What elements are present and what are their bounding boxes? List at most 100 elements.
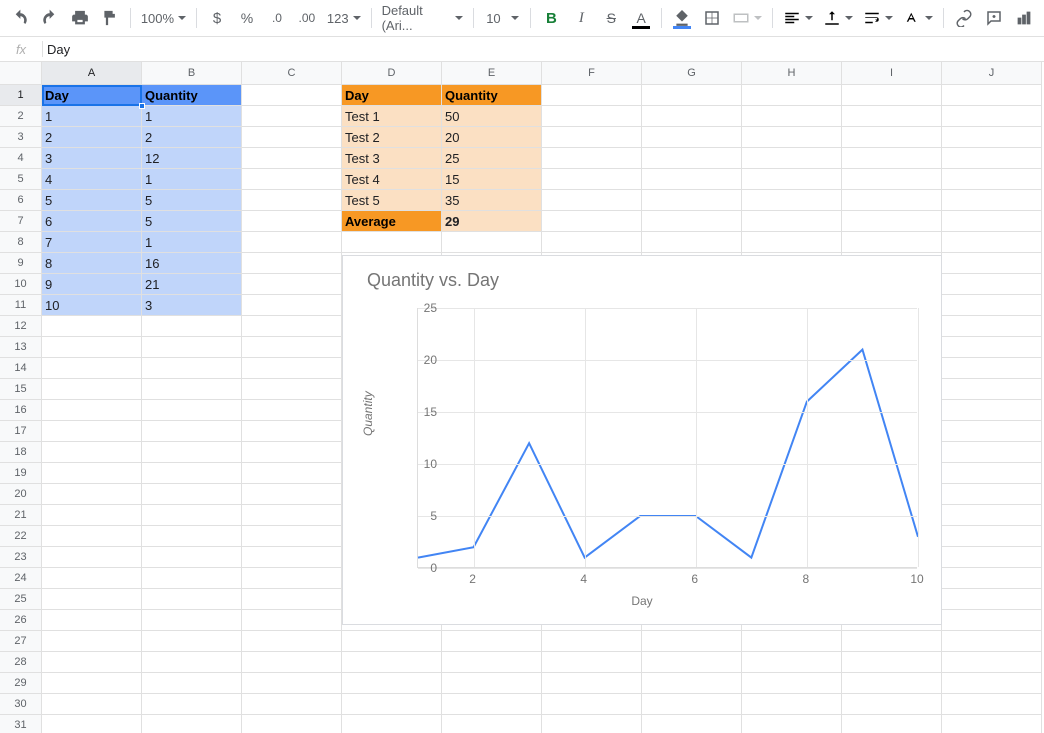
cell[interactable] [242, 400, 342, 421]
cell[interactable] [842, 127, 942, 148]
cell[interactable] [542, 106, 642, 127]
merge-cells-dropdown[interactable] [728, 4, 766, 32]
cell[interactable]: Test 1 [342, 106, 442, 127]
row-header[interactable]: 24 [0, 568, 42, 589]
select-all-corner[interactable] [0, 62, 42, 85]
cell[interactable] [642, 169, 742, 190]
cell[interactable] [42, 526, 142, 547]
cell[interactable] [242, 631, 342, 652]
cell[interactable] [242, 568, 342, 589]
cell[interactable] [242, 85, 342, 106]
cell[interactable] [942, 253, 1042, 274]
cell[interactable] [842, 106, 942, 127]
row-header[interactable]: 5 [0, 169, 42, 190]
cell[interactable]: 3 [42, 148, 142, 169]
row-header[interactable]: 7 [0, 211, 42, 232]
cell[interactable] [142, 463, 242, 484]
decrease-decimal-button[interactable]: .0 [263, 4, 291, 32]
cell[interactable] [742, 694, 842, 715]
cell[interactable] [842, 673, 942, 694]
cell[interactable]: 50 [442, 106, 542, 127]
cell[interactable] [742, 232, 842, 253]
cell[interactable] [942, 652, 1042, 673]
percent-button[interactable]: % [233, 4, 261, 32]
paint-format-button[interactable] [96, 4, 124, 32]
cell[interactable] [942, 85, 1042, 106]
cell[interactable] [642, 190, 742, 211]
cell[interactable] [142, 715, 242, 733]
cell[interactable] [342, 673, 442, 694]
cell[interactable] [642, 631, 742, 652]
cell[interactable] [842, 190, 942, 211]
row-header[interactable]: 23 [0, 547, 42, 568]
cell[interactable] [142, 505, 242, 526]
cell[interactable] [942, 505, 1042, 526]
cell[interactable] [342, 652, 442, 673]
cell[interactable] [542, 694, 642, 715]
cell[interactable] [242, 673, 342, 694]
cell[interactable]: 6 [42, 211, 142, 232]
cell[interactable] [542, 85, 642, 106]
cell[interactable] [142, 337, 242, 358]
cell[interactable] [242, 715, 342, 733]
row-header[interactable]: 3 [0, 127, 42, 148]
cell[interactable] [42, 337, 142, 358]
cell[interactable] [742, 673, 842, 694]
text-wrap-dropdown[interactable] [859, 4, 897, 32]
cell[interactable] [942, 211, 1042, 232]
cell[interactable] [542, 715, 642, 733]
cell[interactable] [142, 316, 242, 337]
cell[interactable] [42, 715, 142, 733]
cell[interactable] [542, 631, 642, 652]
cell[interactable]: Average [342, 211, 442, 232]
cell[interactable] [942, 274, 1042, 295]
row-header[interactable]: 8 [0, 232, 42, 253]
cell[interactable] [942, 295, 1042, 316]
cell[interactable] [42, 652, 142, 673]
row-header[interactable]: 14 [0, 358, 42, 379]
row-header[interactable]: 25 [0, 589, 42, 610]
fill-handle[interactable] [139, 103, 145, 109]
cell[interactable] [542, 232, 642, 253]
cell[interactable] [842, 652, 942, 673]
cell[interactable] [142, 673, 242, 694]
cell[interactable] [242, 589, 342, 610]
cell[interactable]: 1 [142, 232, 242, 253]
cell[interactable] [642, 211, 742, 232]
cell[interactable] [42, 379, 142, 400]
cell[interactable] [942, 148, 1042, 169]
cell[interactable] [242, 526, 342, 547]
cell[interactable] [242, 148, 342, 169]
cell[interactable] [642, 85, 742, 106]
row-header[interactable]: 4 [0, 148, 42, 169]
cell[interactable] [142, 547, 242, 568]
cell[interactable] [742, 190, 842, 211]
cell[interactable] [842, 85, 942, 106]
cell[interactable] [842, 211, 942, 232]
cell[interactable] [642, 652, 742, 673]
column-header[interactable]: D [342, 62, 442, 85]
cell[interactable] [142, 484, 242, 505]
vertical-align-dropdown[interactable] [819, 4, 857, 32]
cell[interactable] [942, 589, 1042, 610]
cell[interactable] [742, 148, 842, 169]
cell[interactable] [242, 358, 342, 379]
cell[interactable] [242, 253, 342, 274]
cell[interactable] [542, 211, 642, 232]
formula-bar[interactable]: fx Day [0, 37, 1044, 62]
cell[interactable]: Quantity [442, 85, 542, 106]
cell[interactable] [942, 568, 1042, 589]
row-header[interactable]: 26 [0, 610, 42, 631]
cell[interactable]: 15 [442, 169, 542, 190]
cell[interactable] [742, 127, 842, 148]
italic-button[interactable]: I [567, 4, 595, 32]
fill-color-button[interactable] [668, 4, 696, 32]
cell[interactable]: Test 2 [342, 127, 442, 148]
cell[interactable] [142, 526, 242, 547]
cell[interactable] [42, 610, 142, 631]
cell[interactable] [242, 106, 342, 127]
column-header[interactable]: G [642, 62, 742, 85]
cell[interactable] [42, 547, 142, 568]
cell[interactable] [42, 568, 142, 589]
cell[interactable] [942, 484, 1042, 505]
